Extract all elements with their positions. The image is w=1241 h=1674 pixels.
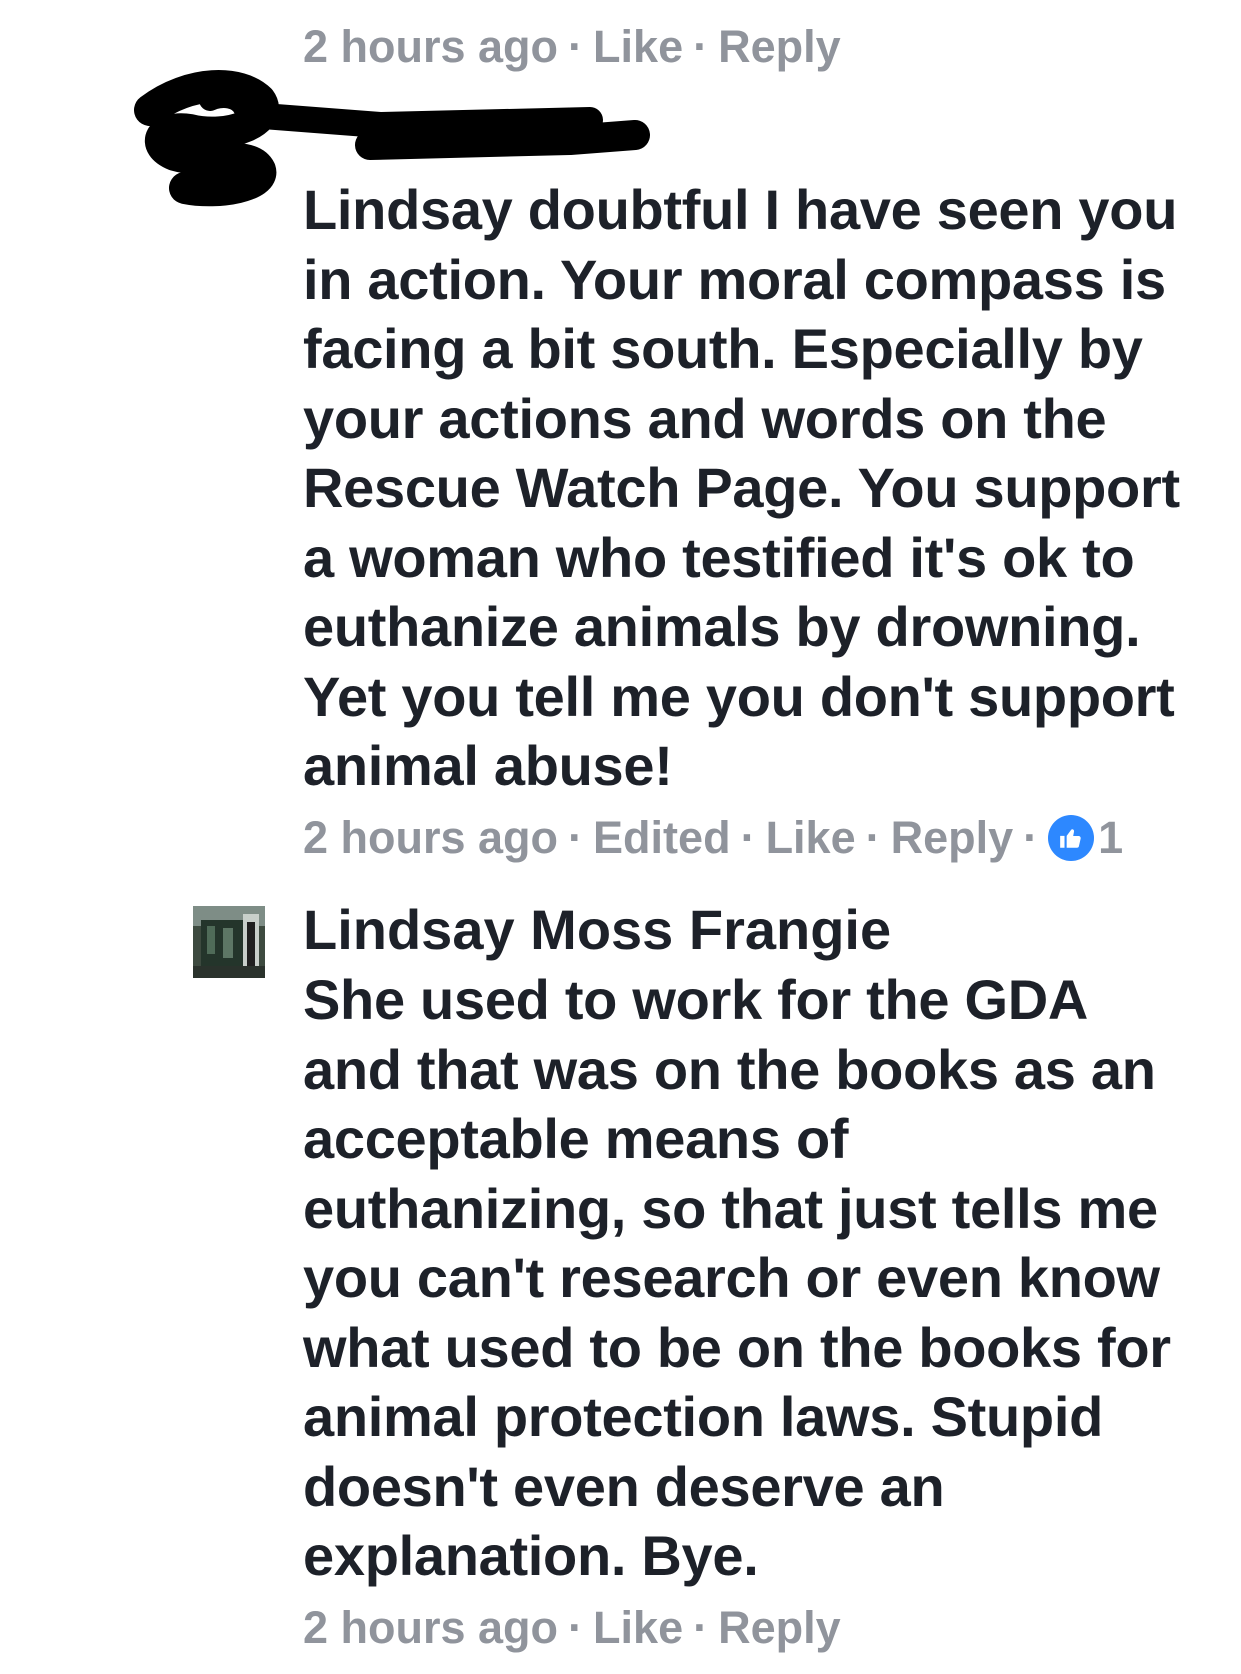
comment-line: you can't research or even know — [303, 1246, 1160, 1309]
reply-link[interactable]: Reply — [718, 21, 841, 73]
separator-dot: · — [693, 1602, 709, 1653]
comment-line: acceptable means of — [303, 1107, 849, 1170]
comment-line: She used to work for the GDA — [303, 968, 1089, 1031]
reaction-count: 1 — [1098, 812, 1124, 863]
comment-line: doesn't even deserve an — [303, 1454, 945, 1518]
reply-link[interactable]: Reply — [891, 812, 1014, 864]
comment-line: Rescue Watch Page. You support — [303, 456, 1180, 519]
like-icon — [1048, 815, 1095, 861]
comment-line: and that was on the books as an — [303, 1037, 1156, 1101]
comment-1-meta: 2 hours ago · Edited · Like · Reply · 1 — [303, 808, 1123, 868]
like-link[interactable]: Like — [593, 1602, 683, 1654]
reply-link[interactable]: Reply — [718, 1602, 841, 1654]
timestamp: 2 hours ago — [303, 21, 559, 72]
comment-line: your actions and words on the — [303, 386, 1107, 450]
comment-line: euthanize animals by drowning. — [303, 595, 1141, 658]
avatar[interactable] — [193, 906, 265, 978]
comment-1-body: Lindsay doubtful I have seen you in acti… — [303, 175, 1223, 801]
comment-2-body: She used to work for the GDA and that wa… — [303, 965, 1223, 1591]
like-link[interactable]: Like — [593, 21, 683, 73]
comment-line: Yet you tell me you don't support — [303, 664, 1175, 728]
comment-line: in action. Your moral compass is — [303, 247, 1166, 311]
comment-2-meta: 2 hours ago · Like · Reply — [303, 1598, 841, 1658]
separator-dot: · — [568, 1602, 584, 1653]
comment-author-name[interactable]: Lindsay Moss Frangie — [303, 897, 891, 962]
comment-line: animal abuse! — [303, 734, 673, 797]
like-link[interactable]: Like — [766, 812, 856, 864]
comment-line: euthanizing, so that just tells me — [303, 1176, 1158, 1240]
separator-dot: · — [568, 812, 584, 863]
comment-line: Lindsay doubtful I have seen you — [303, 178, 1178, 241]
reaction-count-button[interactable]: 1 — [1048, 812, 1123, 864]
separator-dot: · — [1023, 812, 1039, 863]
comment-line: what used to be on the books for — [303, 1315, 1171, 1379]
comment-line: explanation. Bye. — [303, 1524, 759, 1587]
comment-line: facing a bit south. Especially by — [303, 317, 1143, 380]
separator-dot: · — [740, 812, 756, 863]
timestamp: 2 hours ago — [303, 1602, 559, 1653]
separator-dot: · — [865, 812, 881, 863]
comment-line: a woman who testified it's ok to — [303, 525, 1135, 589]
avatar-image — [193, 906, 265, 978]
separator-dot: · — [693, 21, 709, 72]
top-comment-meta: 2 hours ago · Like · Reply — [303, 17, 841, 77]
separator-dot: · — [568, 21, 584, 72]
edited-link[interactable]: Edited — [593, 812, 731, 864]
timestamp: 2 hours ago — [303, 812, 559, 863]
comment-line: animal protection laws. Stupid — [303, 1385, 1103, 1448]
